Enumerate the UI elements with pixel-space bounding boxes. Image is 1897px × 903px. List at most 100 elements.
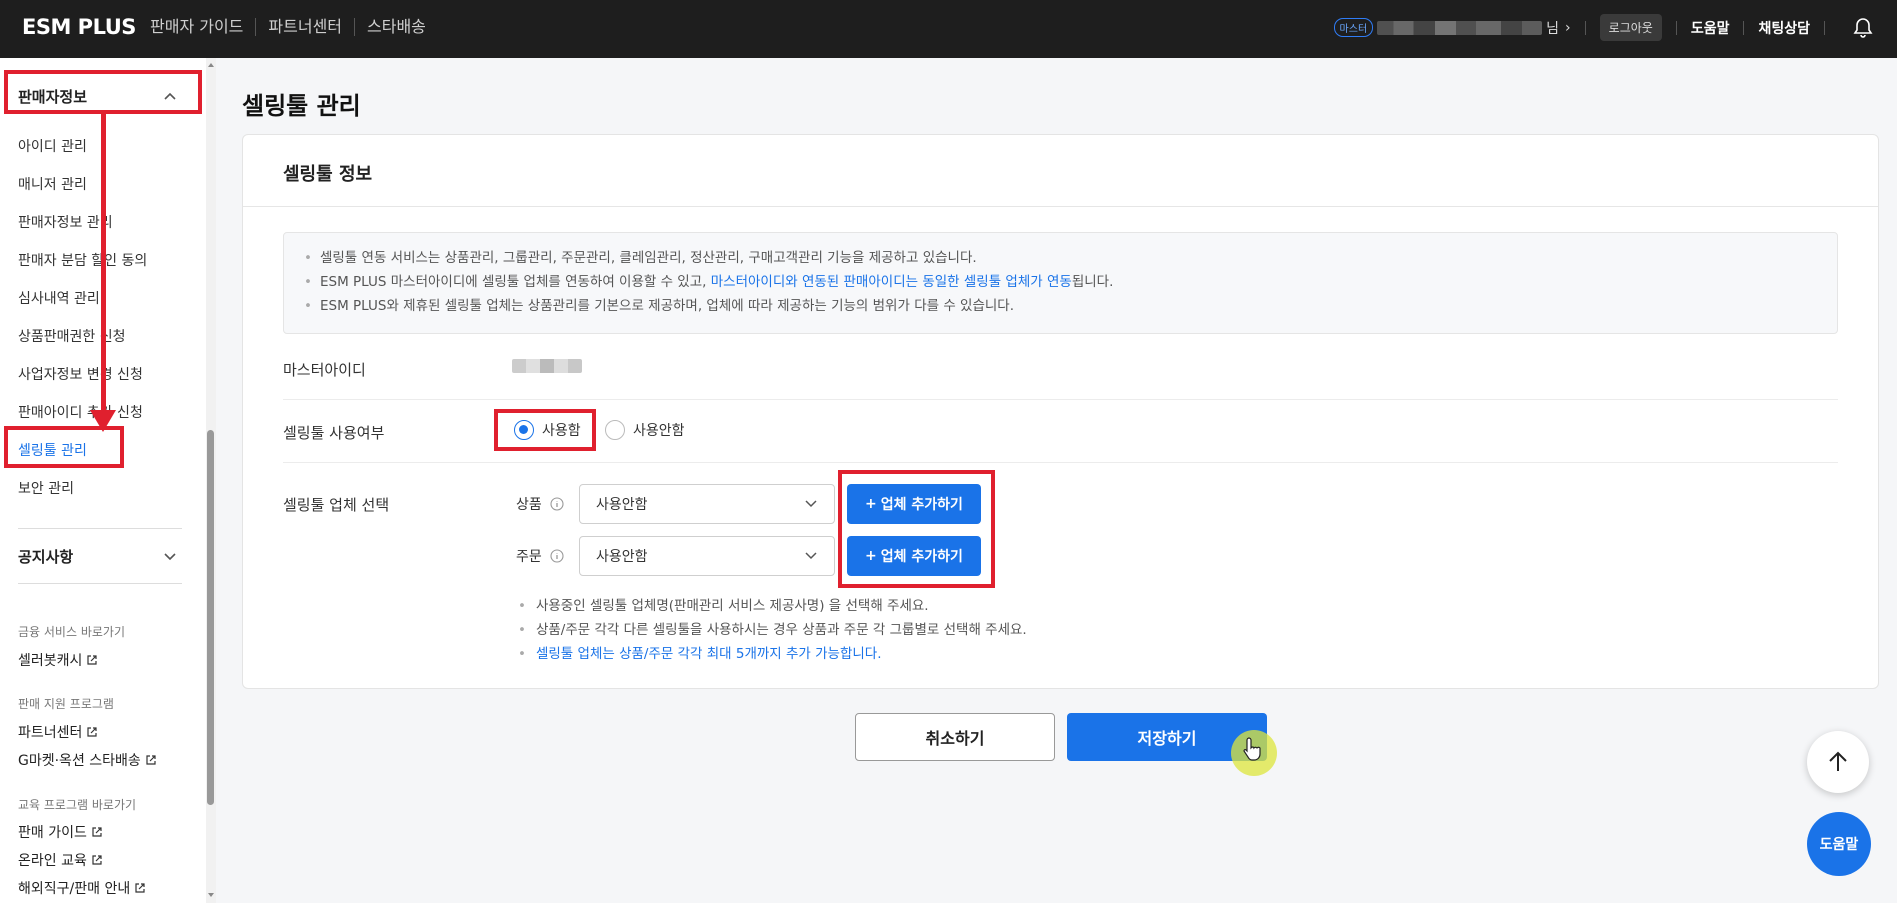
- radio-not-use[interactable]: 사용안함: [605, 420, 685, 440]
- chevron-down-icon[interactable]: [163, 552, 177, 562]
- annotation-box-add-vendor: [838, 470, 995, 588]
- annotation-arrow-line: [101, 114, 106, 416]
- product-row-label: 상품: [516, 494, 564, 514]
- sidebar-item-manager-management[interactable]: 매니저 관리: [18, 174, 87, 194]
- top-nav-links: 판매자 가이드 파트너센터 스타배송: [150, 18, 438, 36]
- usage-label: 셀링툴 사용여부: [283, 424, 385, 442]
- nav-partner-center[interactable]: 파트너센터: [256, 18, 356, 36]
- sidebar-section-notice[interactable]: 공지사항: [18, 546, 73, 567]
- sidebar-item-add-seller-id[interactable]: 판매아이디 추가 신청: [18, 402, 143, 422]
- hand-cursor-icon: [1243, 737, 1261, 761]
- floating-help-button[interactable]: 도움말: [1807, 812, 1871, 876]
- divider: [18, 583, 182, 584]
- user-suffix: 님: [1546, 20, 1560, 37]
- order-label: 주문: [516, 549, 542, 565]
- divider: [1584, 20, 1586, 35]
- product-vendor-select[interactable]: 사용안함: [579, 484, 835, 524]
- radio-not-use-label: 사용안함: [633, 423, 685, 439]
- scrollbar-thumb[interactable]: [207, 430, 214, 805]
- help-line-3: 셀링툴 업체는 상품/주문 각각 최대 5개까지 추가 가능합니다.: [518, 642, 1027, 666]
- notice-highlight: 마스터아이디와 연동된 판매아이디는 동일한 셀링툴 업체가 연동: [710, 274, 1072, 290]
- link-sales-guide[interactable]: 판매 가이드: [18, 822, 103, 842]
- notice-line-1: 셀링툴 연동 서비스는 상품관리, 그룹관리, 주문관리, 클레임관리, 정산관…: [304, 246, 1817, 270]
- order-row-label: 주문: [516, 546, 564, 566]
- chat-consult-link[interactable]: 채팅상담: [1758, 18, 1810, 38]
- selling-tool-card: [242, 134, 1879, 689]
- logout-button[interactable]: 로그아웃: [1599, 14, 1662, 41]
- radio-unselected-icon[interactable]: [605, 420, 625, 440]
- link-label: 셀러봇캐시: [18, 653, 83, 669]
- divider: [283, 399, 1838, 400]
- scroll-up-arrow-icon[interactable]: [206, 60, 216, 70]
- bell-icon[interactable]: [1853, 17, 1873, 39]
- chevron-down-icon: [805, 500, 817, 508]
- help-line-2: 상품/주문 각각 다른 셀링툴을 사용하시는 경우 상품과 주문 각 그룹별로 …: [518, 618, 1027, 642]
- group-title-education: 교육 프로그램 바로가기: [18, 798, 137, 812]
- annotation-box-use-radio: [494, 409, 596, 451]
- external-link-icon: [146, 755, 156, 765]
- link-label: 판매 가이드: [18, 825, 87, 841]
- divider: [1743, 20, 1745, 35]
- sidebar-item-id-management[interactable]: 아이디 관리: [18, 136, 87, 156]
- external-link-icon: [92, 827, 102, 837]
- notice-text: ESM PLUS 마스터아이디에 셀링툴 업체를 연동하여 이용할 수 있고,: [319, 274, 711, 290]
- external-link-icon: [92, 855, 102, 865]
- notice-line-2: ESM PLUS 마스터아이디에 셀링툴 업체를 연동하여 이용할 수 있고, …: [304, 270, 1817, 294]
- chevron-down-icon: [805, 552, 817, 560]
- scroll-down-arrow-icon[interactable]: [206, 890, 216, 900]
- arrow-up-icon: [1829, 751, 1847, 771]
- help-list: 사용중인 셀링툴 업체명(판매관리 서비스 제공사명) 을 선택해 주세요. 상…: [518, 594, 1027, 666]
- sidebar-item-security[interactable]: 보안 관리: [18, 478, 74, 498]
- annotation-box-seller-info: [4, 70, 202, 114]
- link-label: 파트너센터: [18, 725, 83, 741]
- link-online-education[interactable]: 온라인 교육: [18, 850, 103, 870]
- notice-box: 셀링툴 연동 서비스는 상품관리, 그룹관리, 주문관리, 클레임관리, 정산관…: [283, 232, 1838, 334]
- top-navigation-bar: ESM PLUS 판매자 가이드 파트너센터 스타배송 마스터 님 › 로그아웃…: [0, 0, 1897, 58]
- select-value: 사용안함: [596, 549, 648, 565]
- divider: [283, 462, 1838, 463]
- top-user-area: 마스터 님 › 로그아웃 도움말 채팅상담: [1333, 14, 1873, 41]
- info-icon[interactable]: [550, 497, 564, 511]
- card-title: 셀링툴 정보: [283, 164, 373, 185]
- external-link-icon: [87, 727, 98, 737]
- esm-plus-logo[interactable]: ESM PLUS: [22, 15, 136, 39]
- help-line-1: 사용중인 셀링툴 업체명(판매관리 서비스 제공사명) 을 선택해 주세요.: [518, 594, 1027, 618]
- cancel-button[interactable]: 취소하기: [855, 713, 1055, 761]
- link-star-delivery[interactable]: G마켓·옥션 스타배송: [18, 750, 157, 770]
- divider: [1675, 20, 1677, 35]
- external-link-icon: [87, 655, 98, 665]
- sidebar-item-business-info-change[interactable]: 사업자정보 변경 신청: [18, 364, 143, 384]
- product-label: 상품: [516, 497, 542, 513]
- divider: [18, 528, 182, 529]
- order-vendor-select[interactable]: 사용안함: [579, 536, 835, 576]
- nav-seller-guide[interactable]: 판매자 가이드: [150, 18, 257, 36]
- sidebar-item-sales-permission[interactable]: 상품판매권한 신청: [18, 326, 126, 346]
- master-id-label: 마스터아이디: [283, 361, 366, 379]
- sidebar-item-discount-agreement[interactable]: 판매자 분담 할인 동의: [18, 250, 147, 270]
- help-link[interactable]: 도움말: [1691, 18, 1730, 38]
- scroll-to-top-button[interactable]: [1807, 731, 1869, 793]
- link-overseas-guide[interactable]: 해외직구/판매 안내: [18, 878, 146, 898]
- group-title-sales-support: 판매 지원 프로그램: [18, 697, 114, 711]
- external-link-icon: [135, 883, 145, 893]
- notice-line-3: ESM PLUS와 제휴된 셀링툴 업체는 상품관리를 기본으로 제공하며, 업…: [304, 294, 1817, 318]
- sidebar-item-review-history[interactable]: 심사내역 관리: [18, 288, 100, 308]
- master-badge: 마스터: [1333, 18, 1374, 37]
- nav-star-delivery[interactable]: 스타배송: [355, 18, 438, 36]
- divider: [1824, 20, 1825, 35]
- sidebar-item-seller-info-management[interactable]: 판매자정보 관리: [18, 212, 113, 232]
- select-value: 사용안함: [596, 497, 648, 513]
- page-title: 셀링툴 관리: [242, 92, 361, 120]
- link-partner-center[interactable]: 파트너센터: [18, 722, 98, 742]
- group-title-finance: 금융 서비스 바로가기: [18, 625, 125, 639]
- annotation-box-selling-tool: [4, 426, 124, 468]
- vendor-select-label: 셀링툴 업체 선택: [283, 496, 390, 514]
- chevron-right-icon[interactable]: ›: [1565, 20, 1571, 36]
- divider: [243, 206, 1878, 207]
- masked-master-id: [512, 359, 582, 373]
- link-sellerbot-cash[interactable]: 셀러봇캐시: [18, 650, 98, 670]
- link-label: 해외직구/판매 안내: [18, 881, 131, 897]
- link-label: 온라인 교육: [18, 853, 87, 869]
- info-icon[interactable]: [550, 549, 564, 563]
- blurred-username: [1377, 20, 1543, 35]
